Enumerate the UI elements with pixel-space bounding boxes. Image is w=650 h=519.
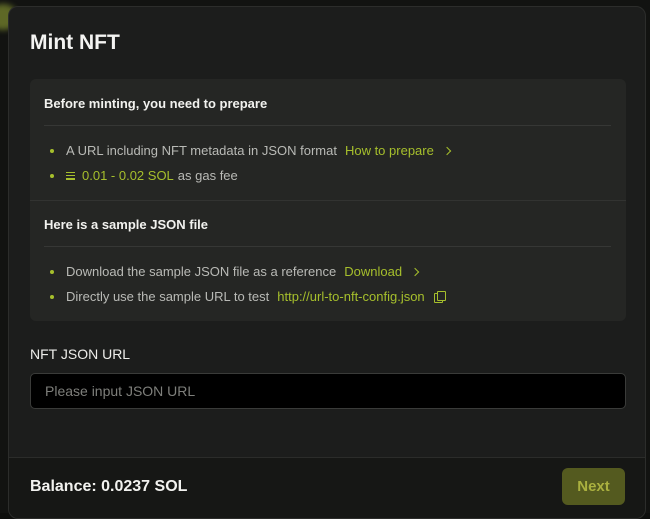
solana-icon [66,172,75,180]
sample-url-link[interactable]: http://url-to-nft-config.json [277,289,424,304]
how-to-prepare-link[interactable]: How to prepare [345,143,450,158]
list-item-text: Download the sample JSON file as a refer… [66,264,336,279]
list-item-text: A URL including NFT metadata in JSON for… [66,143,337,158]
bullet-dot [50,295,54,299]
list-item: Download the sample JSON file as a refer… [50,264,418,279]
bullet-dot [50,174,54,178]
list-item: 0.01 - 0.02 SOL as gas fee [50,168,238,183]
list-item-text: Directly use the sample URL to test [66,289,269,304]
link-label: Download [344,264,402,279]
json-url-input[interactable] [30,373,626,409]
json-url-label: NFT JSON URL [30,346,130,362]
chevron-right-icon [411,268,419,276]
gas-fee-suffix: as gas fee [178,168,238,183]
list-item: Directly use the sample URL to test http… [50,289,445,304]
next-button[interactable]: Next [562,468,625,505]
bullet-dot [50,270,54,274]
copy-icon[interactable] [434,291,445,302]
section-divider [30,200,626,201]
chevron-right-icon [443,147,451,155]
sample-heading: Here is a sample JSON file [44,217,208,232]
divider [44,246,611,247]
mint-nft-dialog: Mint NFT Before minting, you need to pre… [8,6,646,519]
link-label: How to prepare [345,143,434,158]
wallet-balance: Balance: 0.0237 SOL [30,478,187,496]
dialog-footer: Balance: 0.0237 SOL Next [9,457,646,519]
divider [44,125,611,126]
dialog-title: Mint NFT [30,31,120,55]
requirements-panel: Before minting, you need to prepare A UR… [30,79,626,321]
bullet-dot [50,149,54,153]
list-item: A URL including NFT metadata in JSON for… [50,143,450,158]
download-link[interactable]: Download [344,264,418,279]
gas-fee-amount: 0.01 - 0.02 SOL [82,168,174,183]
prepare-heading: Before minting, you need to prepare [44,96,267,111]
